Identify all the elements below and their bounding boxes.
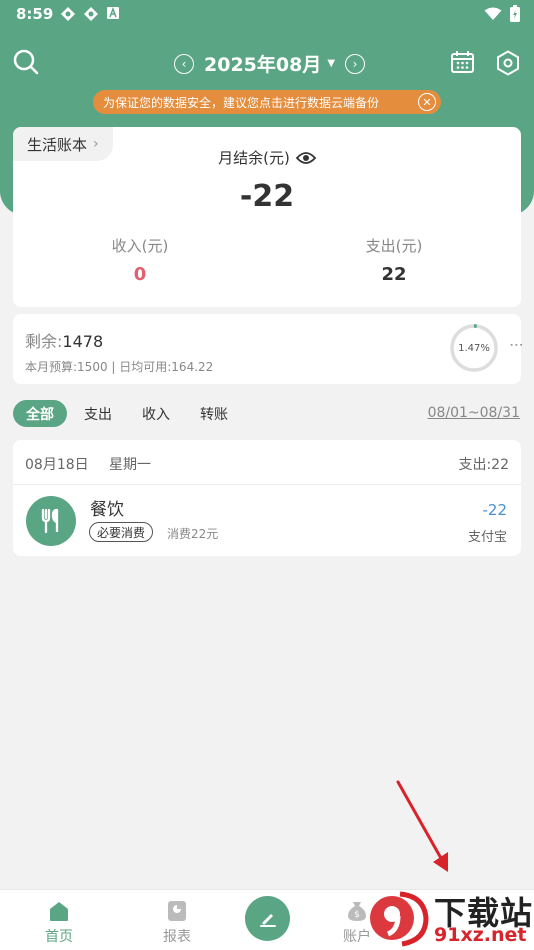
eye-icon[interactable] bbox=[295, 151, 316, 165]
app-notification-icon bbox=[60, 6, 76, 22]
tab-transfer[interactable]: 转账 bbox=[187, 400, 241, 427]
more-options-icon[interactable]: ⋮ bbox=[508, 338, 524, 352]
report-icon bbox=[168, 901, 186, 921]
tab-expense[interactable]: 支出 bbox=[71, 400, 125, 427]
month-title[interactable]: 2025年08月 bbox=[204, 50, 321, 77]
expense-value: 22 bbox=[381, 264, 407, 285]
record-date: 08月18日 bbox=[25, 457, 89, 473]
wifi-icon bbox=[484, 7, 502, 20]
watermark-url: 91xz.net bbox=[434, 924, 527, 946]
add-record-button[interactable] bbox=[245, 896, 290, 941]
record-day-expense: 支出:22 bbox=[458, 457, 509, 473]
close-icon[interactable]: ✕ bbox=[418, 93, 436, 111]
record-note: 消费22元 bbox=[167, 527, 219, 541]
tab-income[interactable]: 收入 bbox=[129, 400, 183, 427]
pencil-icon bbox=[259, 913, 276, 927]
status-time: 8:59 bbox=[16, 5, 54, 23]
budget-percent: 1.47% bbox=[458, 342, 490, 354]
nav-reports-label: 报表 bbox=[163, 929, 191, 945]
budget-card[interactable]: 剩余:1478 本月预算:1500 | 日均可用:164.22 1.47% ⋮ bbox=[13, 314, 524, 384]
nav-home[interactable]: 首页 bbox=[29, 898, 89, 946]
chevron-right-icon: › bbox=[352, 56, 358, 71]
chevron-left-icon: ‹ bbox=[181, 56, 187, 71]
record-date-header: 08月18日 星期一 支出:22 bbox=[13, 440, 521, 485]
app-notification-icon bbox=[83, 6, 99, 22]
budget-detail: 本月预算:1500 | 日均可用:164.22 bbox=[25, 360, 214, 374]
record-group: 08月18日 星期一 支出:22 餐饮 必要消费 消费22元 -22 支付宝 bbox=[13, 440, 521, 556]
remaining-value: 1478 bbox=[62, 332, 104, 351]
svg-text:$: $ bbox=[354, 910, 360, 920]
summary-card: 生活账本 › 月结余(元) -22 收入(元) 0 支出(元) 22 bbox=[13, 127, 521, 307]
income-column[interactable]: 收入(元) 0 bbox=[13, 235, 267, 285]
expense-label: 支出(元) bbox=[365, 237, 423, 255]
watermark-logo bbox=[370, 891, 429, 947]
income-value: 0 bbox=[133, 264, 147, 285]
record-account: 支付宝 bbox=[467, 530, 507, 545]
record-weekday: 星期一 bbox=[109, 457, 151, 473]
dining-icon bbox=[26, 496, 76, 546]
backup-notice-text: 为保证您的数据安全，建议您点击进行数据云端备份 bbox=[103, 95, 380, 110]
nav-reports[interactable]: 报表 bbox=[147, 898, 207, 946]
caret-down-icon[interactable]: ▼ bbox=[327, 58, 335, 69]
record-row[interactable]: 餐饮 必要消费 消费22元 -22 支付宝 bbox=[13, 485, 521, 556]
money-bag-icon: $ bbox=[348, 902, 366, 921]
balance-label: 月结余(元) bbox=[218, 149, 290, 167]
record-tag: 必要消费 bbox=[89, 522, 154, 542]
backup-notice-banner[interactable]: 为保证您的数据安全，建议您点击进行数据云端备份 ✕ bbox=[93, 90, 441, 114]
remaining-row: 剩余:1478 bbox=[25, 328, 103, 352]
filter-tabs: 全部 支出 收入 转账 bbox=[13, 400, 241, 427]
top-bar: ‹ 2025年08月 ▼ › bbox=[0, 44, 534, 84]
balance-value: -22 bbox=[239, 179, 295, 214]
gear-icon[interactable] bbox=[496, 50, 520, 76]
tab-all[interactable]: 全部 bbox=[13, 400, 67, 427]
app-a-icon bbox=[106, 6, 122, 22]
next-month-button[interactable]: › bbox=[345, 53, 366, 74]
calendar-icon[interactable] bbox=[450, 50, 475, 75]
remaining-label: 剩余: bbox=[25, 332, 63, 351]
record-category: 餐饮 bbox=[90, 500, 124, 520]
prev-month-button[interactable]: ‹ bbox=[174, 53, 194, 74]
nav-home-label: 首页 bbox=[45, 929, 73, 945]
month-selector: ‹ 2025年08月 ▼ › bbox=[174, 50, 366, 77]
balance-label-row: 月结余(元) bbox=[13, 147, 521, 168]
red-arrow-annotation bbox=[396, 780, 448, 872]
battery-icon bbox=[510, 5, 520, 22]
status-right bbox=[484, 5, 520, 22]
date-range[interactable]: 08/01~08/31 bbox=[428, 405, 520, 421]
status-icons bbox=[60, 6, 122, 22]
income-label: 收入(元) bbox=[111, 237, 169, 255]
home-icon bbox=[50, 902, 68, 921]
search-icon[interactable] bbox=[12, 48, 40, 76]
expense-column[interactable]: 支出(元) 22 bbox=[267, 235, 521, 285]
budget-progress-ring: 1.47% bbox=[449, 323, 499, 373]
status-bar: 8:59 bbox=[0, 0, 534, 28]
record-amount: -22 bbox=[482, 501, 508, 519]
